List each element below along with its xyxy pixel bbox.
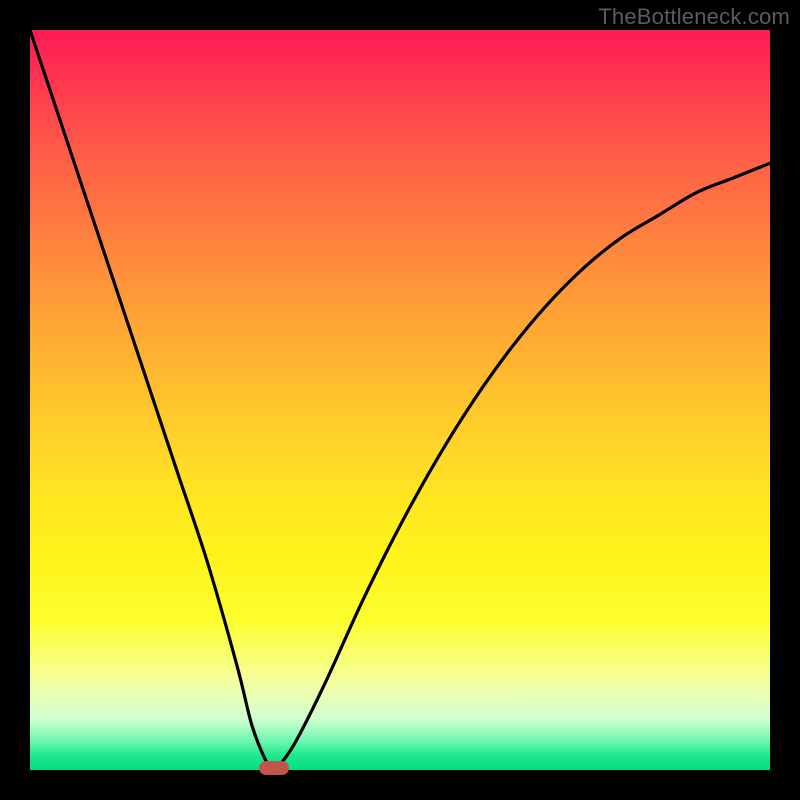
watermark-text: TheBottleneck.com	[598, 4, 790, 30]
bottleneck-curve-path	[30, 30, 770, 770]
plot-area	[30, 30, 770, 770]
curve-svg	[30, 30, 770, 770]
optimal-marker	[259, 761, 289, 775]
chart-frame: TheBottleneck.com	[0, 0, 800, 800]
